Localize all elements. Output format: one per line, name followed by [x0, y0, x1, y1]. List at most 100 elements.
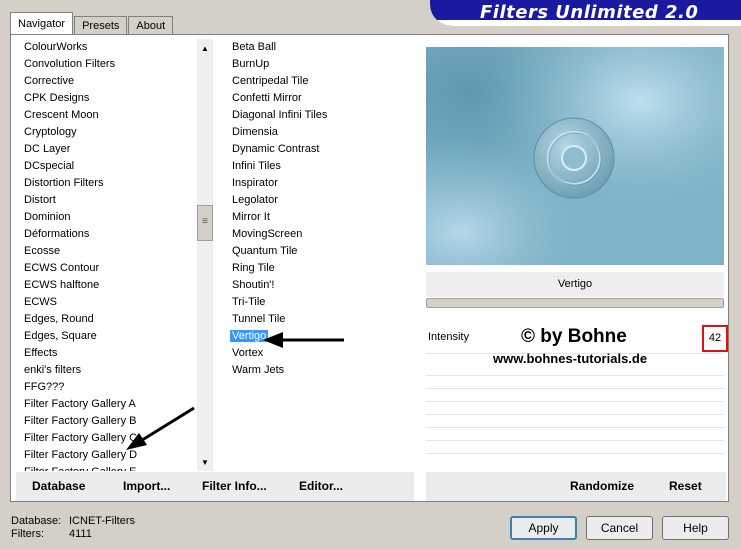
filter-item-label: Confetti Mirror	[232, 92, 302, 104]
category-item[interactable]: Distortion Filters	[13, 175, 196, 192]
category-item[interactable]: Dominion	[13, 209, 196, 226]
category-item[interactable]: Filter Factory Gallery D	[13, 447, 196, 464]
filter-item-label: Legolator	[232, 194, 278, 206]
category-item[interactable]: enki's filters	[13, 362, 196, 379]
scroll-down-arrow-icon[interactable]: ▼	[197, 455, 213, 471]
filter-item[interactable]: Beta Ball	[229, 39, 419, 56]
filter-item[interactable]: Mirror It	[229, 209, 419, 226]
tab-about[interactable]: About	[128, 16, 174, 35]
filter-item-selected[interactable]: Vertigo	[229, 328, 419, 345]
param-divider	[426, 453, 724, 454]
watermark-copyright: © by Bohne	[521, 326, 627, 347]
category-item[interactable]: Filter Factory Gallery C	[13, 430, 196, 447]
category-item[interactable]: Filter Factory Gallery A	[13, 396, 196, 413]
filter-item[interactable]: Ring Tile	[229, 260, 419, 277]
watermark-url: www.bohnes-tutorials.de	[493, 351, 648, 366]
category-item[interactable]: ECWS	[13, 294, 196, 311]
category-item[interactable]: Edges, Square	[13, 328, 196, 345]
filter-item[interactable]: Dimensia	[229, 124, 419, 141]
category-item[interactable]: Edges, Round	[13, 311, 196, 328]
tab-bar: Navigator Presets About	[10, 12, 174, 35]
status-info: Database: ICNET-Filters Filters: 4111	[11, 515, 135, 541]
filter-item[interactable]: Infini Tiles	[229, 158, 419, 175]
param-divider	[426, 375, 724, 376]
filter-item-label: Ring Tile	[232, 262, 275, 274]
filter-item[interactable]: Centripedal Tile	[229, 73, 419, 90]
scroll-thumb[interactable]: ≡	[197, 205, 213, 241]
category-item[interactable]: ColourWorks	[13, 39, 196, 56]
param-divider	[426, 401, 724, 402]
category-item[interactable]: ECWS halftone	[13, 277, 196, 294]
filter-item[interactable]: Tunnel Tile	[229, 311, 419, 328]
filter-item[interactable]: Quantum Tile	[229, 243, 419, 260]
category-item[interactable]: DC Layer	[13, 141, 196, 158]
category-item[interactable]: ECWS Contour	[13, 260, 196, 277]
tab-presets[interactable]: Presets	[74, 16, 128, 35]
category-item[interactable]: Crescent Moon	[13, 107, 196, 124]
category-item[interactable]: Filter Factory Gallery B	[13, 413, 196, 430]
apply-button[interactable]: Apply	[510, 516, 577, 540]
filter-item[interactable]: Dynamic Contrast	[229, 141, 419, 158]
category-item[interactable]: Cryptology	[13, 124, 196, 141]
reset-button[interactable]: Reset	[669, 479, 702, 493]
import-button[interactable]: Import...	[123, 479, 170, 493]
filter-item[interactable]: Shoutin'!	[229, 277, 419, 294]
category-item[interactable]: Corrective	[13, 73, 196, 90]
category-item[interactable]: CPK Designs	[13, 90, 196, 107]
help-button[interactable]: Help	[662, 516, 729, 540]
param-divider	[426, 414, 724, 415]
filter-item-label: Infini Tiles	[232, 160, 281, 172]
cancel-button[interactable]: Cancel	[586, 516, 653, 540]
logo-title: Filters Unlimited 2.0	[480, 2, 699, 23]
preview-filter-name: Vertigo	[426, 272, 724, 297]
left-button-bar: Database Import... Filter Info... Editor…	[16, 472, 414, 501]
tab-navigator[interactable]: Navigator	[10, 12, 74, 35]
filter-item[interactable]: Vortex	[229, 345, 419, 362]
category-item[interactable]: FFG???	[13, 379, 196, 396]
filter-item[interactable]: Warm Jets	[229, 362, 419, 379]
filter-item-label: Vertigo	[230, 330, 269, 342]
filter-item-label: Tri-Tile	[232, 296, 266, 308]
category-item[interactable]: Déformations	[13, 226, 196, 243]
filter-item-label: Centripedal Tile	[232, 75, 309, 87]
filter-item[interactable]: MovingScreen	[229, 226, 419, 243]
filter-info-button[interactable]: Filter Info...	[202, 479, 267, 493]
filter-item[interactable]: Legolator	[229, 192, 419, 209]
category-item[interactable]: DCspecial	[13, 158, 196, 175]
filter-item-label: Mirror It	[232, 211, 270, 223]
database-button[interactable]: Database	[32, 479, 85, 493]
filter-list[interactable]: Beta Ball BurnUp Centripedal Tile Confetti …	[229, 39, 419, 469]
category-item[interactable]: Filter Factory Gallery E	[13, 464, 196, 471]
randomize-button[interactable]: Randomize	[570, 479, 634, 493]
filter-item[interactable]: Tri-Tile	[229, 294, 419, 311]
filter-item[interactable]: Inspirator	[229, 175, 419, 192]
filter-item-label: Dynamic Contrast	[232, 143, 320, 155]
editor-button[interactable]: Editor...	[299, 479, 343, 493]
category-item[interactable]: Distort	[13, 192, 196, 209]
category-item[interactable]: Ecosse	[13, 243, 196, 260]
intensity-value-field[interactable]: 42	[702, 325, 728, 352]
navigator-panel: ColourWorks Convolution Filters Corrective…	[10, 34, 729, 502]
filter-item[interactable]: Confetti Mirror	[229, 90, 419, 107]
filter-item-label: Tunnel Tile	[232, 313, 286, 325]
category-item[interactable]: Effects	[13, 345, 196, 362]
filter-item[interactable]: Diagonal Infini Tiles	[229, 107, 419, 124]
filter-item-label: MovingScreen	[232, 228, 303, 240]
filter-item-label: Diagonal Infini Tiles	[232, 109, 328, 121]
filter-item-label: Dimensia	[232, 126, 278, 138]
filter-item-label: BurnUp	[232, 58, 270, 70]
category-scrollbar[interactable]: ▲ ≡ ▼	[197, 39, 213, 471]
filter-item-label: Beta Ball	[232, 41, 277, 53]
category-item[interactable]: Convolution Filters	[13, 56, 196, 73]
filter-item-label: Vortex	[232, 347, 264, 359]
database-value: ICNET-Filters	[69, 515, 135, 527]
category-list[interactable]: ColourWorks Convolution Filters Corrective…	[13, 39, 196, 471]
scroll-up-arrow-icon[interactable]: ▲	[197, 41, 213, 57]
filter-item-label: Inspirator	[232, 177, 278, 189]
filters-count: 4111	[69, 528, 92, 540]
filter-preview-image	[426, 47, 724, 265]
filter-item-label: Quantum Tile	[232, 245, 298, 257]
intensity-label: Intensity	[428, 331, 469, 343]
filter-item[interactable]: BurnUp	[229, 56, 419, 73]
param-divider	[426, 427, 724, 428]
